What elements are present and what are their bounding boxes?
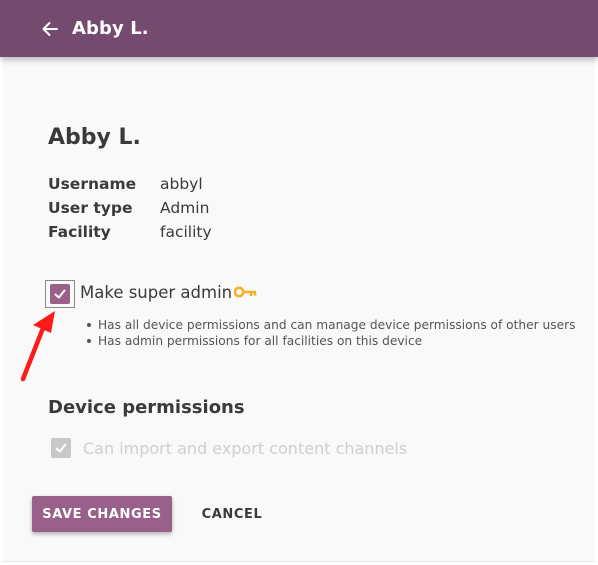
user-name-heading: Abby L. bbox=[48, 125, 141, 150]
permission-label: Can import and export content channels bbox=[83, 438, 408, 458]
super-admin-checkbox[interactable] bbox=[45, 280, 75, 308]
detail-label: Facility bbox=[48, 223, 111, 241]
detail-value: facility bbox=[160, 223, 212, 241]
save-changes-button[interactable]: SAVE CHANGES bbox=[32, 496, 172, 532]
arrow-back-icon bbox=[42, 21, 58, 36]
back-button[interactable] bbox=[38, 17, 62, 41]
detail-label: Username bbox=[48, 175, 137, 193]
super-admin-notes: Has all device permissions and can manag… bbox=[86, 317, 576, 349]
super-admin-note: Has all device permissions and can manag… bbox=[86, 318, 576, 332]
detail-row-facility: Facility facility bbox=[48, 220, 212, 244]
key-icon bbox=[234, 286, 257, 298]
permission-checkbox bbox=[51, 438, 71, 458]
detail-value: Admin bbox=[160, 199, 210, 217]
app-bar: Abby L. bbox=[0, 0, 598, 57]
checkmark-icon bbox=[55, 443, 67, 453]
detail-row-user-type: User type Admin bbox=[48, 196, 212, 220]
super-admin-label[interactable]: Make super admin bbox=[80, 283, 232, 302]
cancel-button[interactable]: CANCEL bbox=[186, 496, 278, 532]
appbar-title: Abby L. bbox=[72, 18, 149, 39]
user-details: Username abbyl User type Admin Facility … bbox=[48, 172, 212, 244]
user-permissions-page: Abby L. Username abbyl User type Admin F… bbox=[3, 57, 595, 562]
checkmark-icon bbox=[54, 289, 66, 299]
permission-import-export: Can import and export content channels bbox=[51, 438, 407, 458]
detail-value: abbyl bbox=[160, 175, 203, 193]
detail-label: User type bbox=[48, 199, 133, 217]
super-admin-checkbox-box bbox=[50, 284, 70, 304]
device-permissions-heading: Device permissions bbox=[48, 397, 245, 418]
red-arrow-pointer bbox=[20, 311, 55, 382]
detail-row-username: Username abbyl bbox=[48, 172, 212, 196]
super-admin-note: Has admin permissions for all facilities… bbox=[86, 333, 575, 349]
